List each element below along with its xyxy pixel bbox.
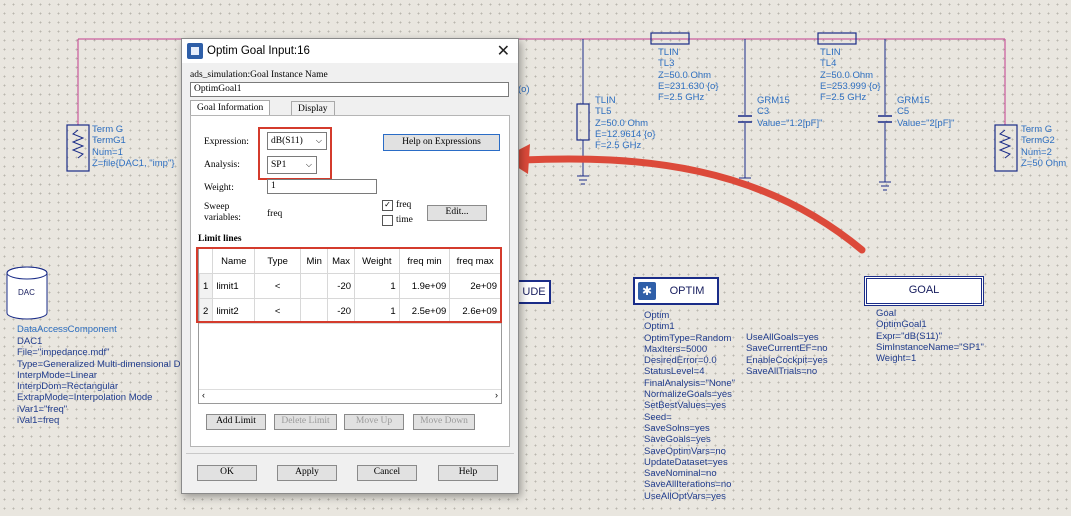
optim-box-label: OPTIM — [669, 285, 705, 297]
dac-title: DataAccessComponent — [17, 324, 117, 335]
optim-goal-dialog: Optim Goal Input:16 ✕ ads_simulation:Goa… — [181, 38, 519, 494]
partial-box-label: UDE — [522, 286, 546, 298]
delete-limit-button[interactable]: Delete Limit — [274, 414, 337, 430]
termg1-label: Term G TermG1 Num=1 Z=file{DAC1, "imp"} — [92, 124, 175, 169]
instance-name-label: ads_simulation:Goal Instance Name — [190, 70, 328, 80]
goal-params: Goal OptimGoal1 Expr="dB(S11)" SimInstan… — [876, 308, 984, 365]
help-button[interactable]: Help — [438, 465, 498, 481]
tab-goal-information[interactable]: Goal Information — [190, 100, 271, 115]
dac-icon-label: DAC — [18, 288, 35, 297]
highlight-box-expression — [258, 127, 332, 180]
goal-info-panel: Expression: dB(S11) ⌵ Analysis: SP1 ⌵ He… — [190, 115, 510, 447]
annotation-arrow — [518, 155, 866, 254]
partial-component-box[interactable]: UDE — [517, 280, 551, 304]
optim-icon: ✱ — [638, 282, 656, 300]
edit-sweep-button[interactable]: Edit... — [427, 205, 487, 221]
schematic-wires — [6, 32, 1018, 320]
sweep-variables-value: freq — [267, 209, 283, 219]
limit-lines-label: Limit lines — [198, 234, 242, 244]
goal-component-box[interactable]: GOAL — [864, 276, 984, 306]
ok-button[interactable]: OK — [197, 465, 257, 481]
weight-label: Weight: — [204, 183, 234, 193]
tl5-label: TLIN TL5 Z=50.0 Ohm E=12.9614 {o} F=2.5 … — [595, 95, 656, 152]
dialog-titlebar[interactable]: Optim Goal Input:16 ✕ — [182, 39, 518, 63]
apply-button[interactable]: Apply — [277, 465, 337, 481]
dac-params: DAC1 File="impedance.mdf" Type=Generaliz… — [17, 336, 181, 427]
tab-display[interactable]: Display — [291, 101, 335, 116]
cancel-button[interactable]: Cancel — [357, 465, 417, 481]
app-icon — [187, 43, 203, 59]
footer-divider — [186, 453, 514, 454]
goal-box-label: GOAL — [908, 284, 940, 296]
c5-label: GRM15 C5 Value="2[pF]" — [897, 95, 955, 129]
add-limit-button[interactable]: Add Limit — [206, 414, 266, 430]
sweep-variables-label: Sweep variables: — [204, 202, 241, 223]
time-checkbox-label: time — [396, 215, 413, 225]
horizontal-scrollbar[interactable]: ‹ › — [199, 389, 501, 403]
weight-input[interactable]: 1 — [267, 179, 377, 194]
time-checkbox[interactable] — [382, 215, 393, 226]
scroll-left-icon[interactable]: ‹ — [202, 390, 205, 400]
analysis-label: Analysis: — [204, 160, 240, 170]
close-icon[interactable]: ✕ — [497, 41, 510, 61]
instance-name-input[interactable]: OptimGoal1 — [190, 82, 509, 97]
move-down-button[interactable]: Move Down — [413, 414, 475, 430]
tl5-symbol — [576, 103, 590, 141]
partial-label: (o) — [518, 84, 530, 95]
tl4-label: TLIN TL4 Z=50.0 Ohm E=253.999 {o} F=2.5 … — [820, 47, 881, 104]
freq-checkbox-label: freq — [396, 200, 412, 210]
help-on-expressions-button[interactable]: Help on Expressions — [383, 134, 500, 151]
c3-label: GRM15 C3 Value="1.2[pF]" — [757, 95, 823, 129]
optim-component-box[interactable]: ✱ OPTIM — [633, 277, 719, 305]
tl3-label: TLIN TL3 Z=50.0 Ohm E=231.630 {o} F=2.5 … — [658, 47, 719, 104]
move-up-button[interactable]: Move Up — [344, 414, 404, 430]
optim-params: Optim Optim1 OptimType=Random MaxIters=5… — [644, 310, 735, 502]
termg2-label: Term G TermG2 Num=2 Z=50 Ohm — [1021, 124, 1067, 169]
optim-params-2: UseAllGoals=yes SaveCurrentEF=no EnableC… — [746, 332, 828, 377]
freq-checkbox[interactable]: ✓ — [382, 200, 393, 211]
dialog-title: Optim Goal Input:16 — [207, 45, 310, 57]
scroll-right-icon[interactable]: › — [495, 390, 498, 400]
highlight-box-limits — [196, 247, 502, 323]
expression-label: Expression: — [204, 137, 249, 147]
